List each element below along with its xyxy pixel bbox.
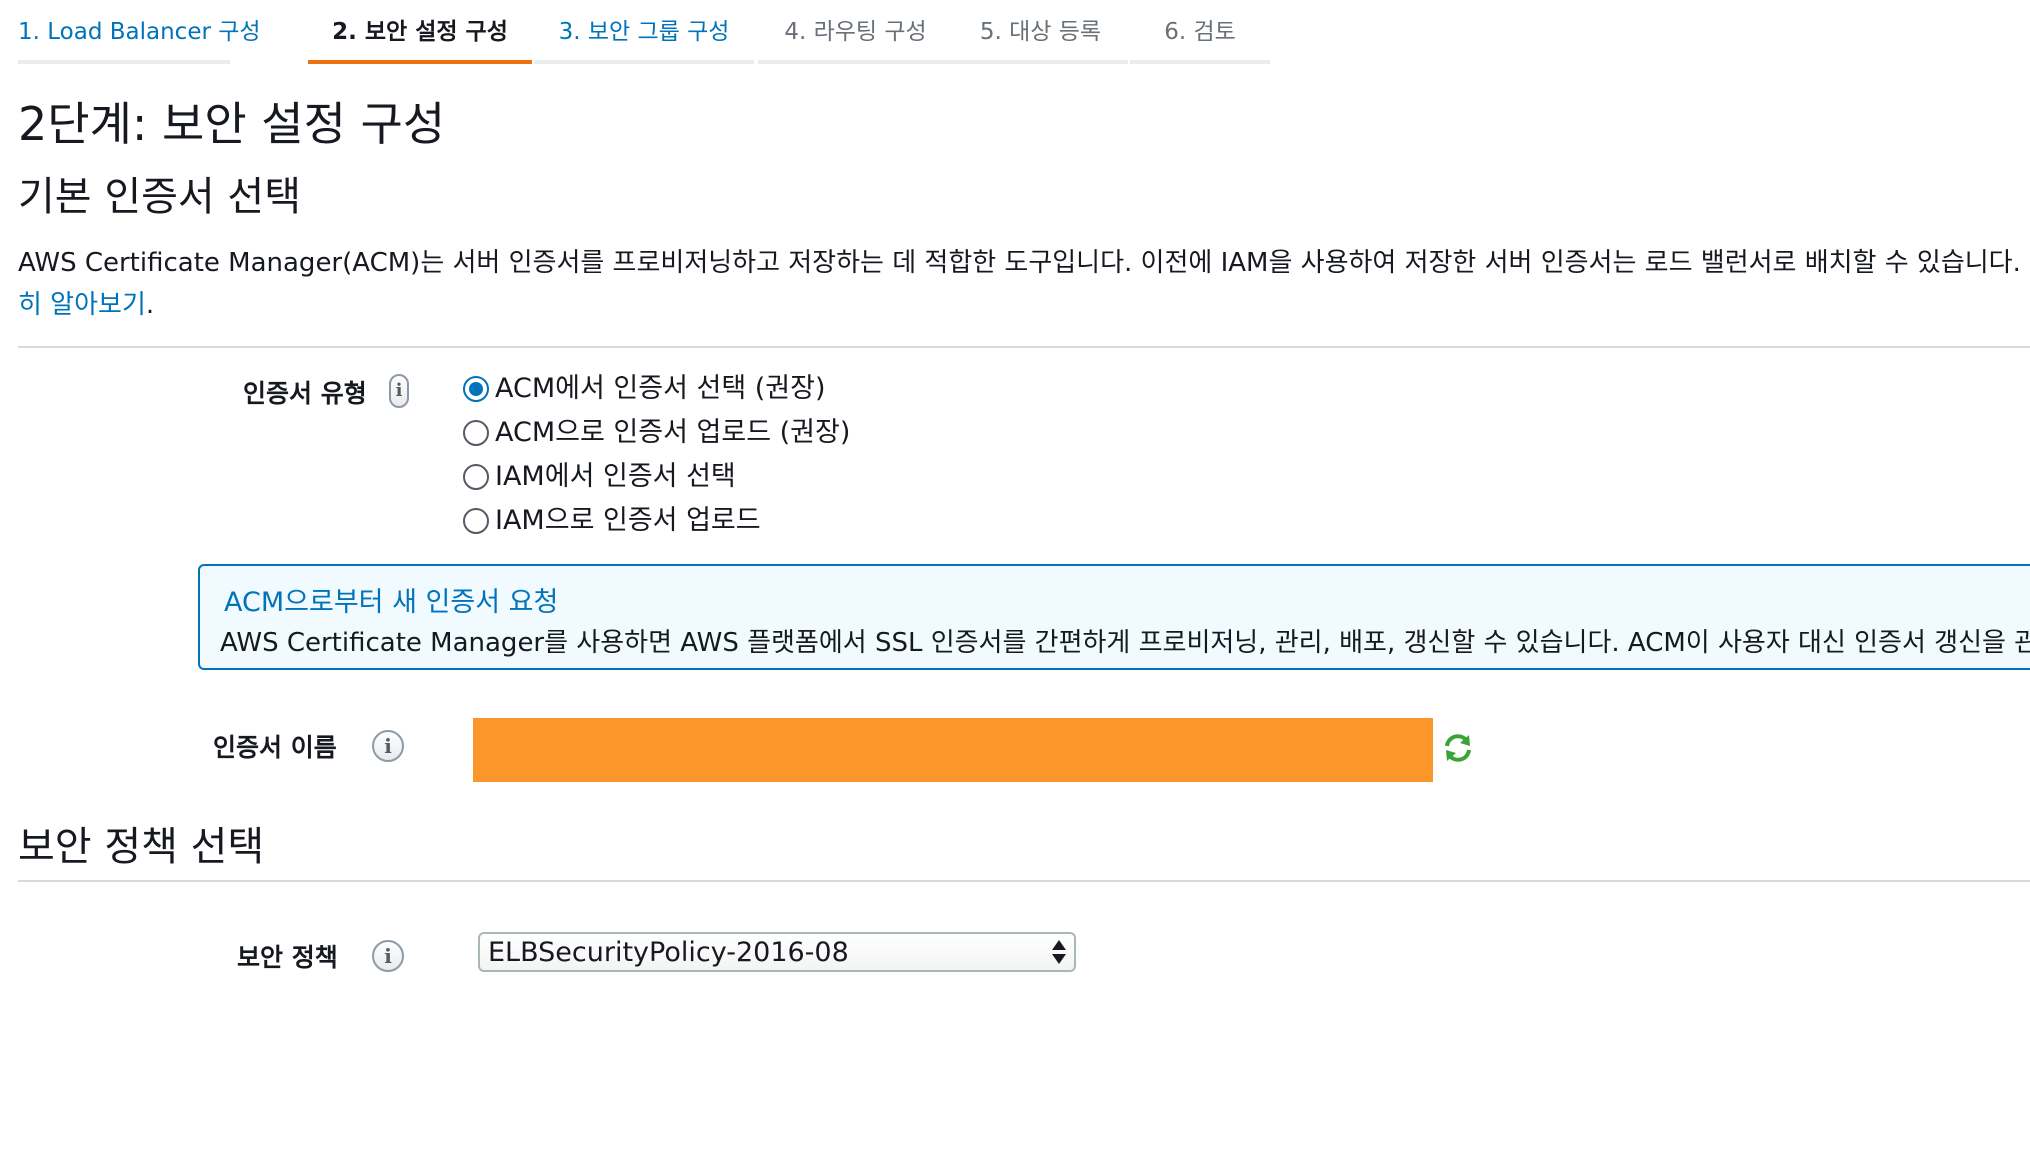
- policy-section-heading: 보안 정책 선택: [18, 824, 265, 870]
- refresh-icon[interactable]: [1442, 732, 1474, 764]
- radio-label: IAM에서 인증서 선택: [495, 461, 736, 492]
- radio-button[interactable]: [463, 420, 489, 446]
- cert-name-select[interactable]: [473, 718, 1433, 782]
- tab-load-balancer[interactable]: 1. Load Balancer 구성: [18, 12, 261, 64]
- acm-info-text: AWS Certificate Manager를 사용하면 AWS 플랫폼에서 …: [220, 628, 2030, 658]
- acm-request-link[interactable]: ACM으로부터 새 인증서 요청: [224, 580, 558, 619]
- learn-more-suffix: .: [145, 290, 155, 320]
- radio-label: ACM으로 인증서 업로드 (권장): [495, 417, 851, 448]
- policy-section-divider: [18, 880, 2030, 882]
- radio-button[interactable]: [463, 508, 489, 534]
- cert-type-info-icon[interactable]: i: [389, 374, 409, 408]
- acm-request-info-box: ACM으로부터 새 인증서 요청 AWS Certificate Manager…: [198, 564, 2030, 670]
- radio-label: IAM으로 인증서 업로드: [495, 505, 761, 536]
- tab-security-settings[interactable]: 2. 보안 설정 구성: [308, 12, 532, 64]
- radio-button[interactable]: [463, 376, 489, 402]
- learn-more-link[interactable]: 히 알아보기: [18, 290, 146, 320]
- certificate-description-text: AWS Certificate Manager(ACM)는 서버 인증서를 프로…: [18, 248, 2021, 278]
- tab-security-groups[interactable]: 3. 보안 그룹 구성: [534, 12, 754, 64]
- certificate-section-heading: 기본 인증서 선택: [18, 174, 302, 220]
- tab-routing[interactable]: 4. 라우팅 구성: [758, 12, 953, 64]
- cert-name-label: 인증서 이름: [213, 733, 337, 762]
- page: 1. Load Balancer 구성 2. 보안 설정 구성 3. 보안 그룹…: [0, 0, 2030, 1164]
- page-title: 2단계: 보안 설정 구성: [18, 97, 446, 151]
- security-policy-select[interactable]: ELBSecurityPolicy-2016-08: [478, 932, 1076, 972]
- certificate-description: AWS Certificate Manager(ACM)는 서버 인증서를 프로…: [18, 242, 2021, 326]
- security-policy-label: 보안 정책: [237, 943, 338, 972]
- security-policy-info-icon[interactable]: i: [372, 940, 404, 972]
- radio-button[interactable]: [463, 464, 489, 490]
- select-caret-icon: [1052, 940, 1066, 964]
- radio-label: ACM에서 인증서 선택 (권장): [495, 373, 826, 404]
- cert-type-label: 인증서 유형: [243, 379, 367, 408]
- cert-name-info-icon[interactable]: i: [372, 730, 404, 762]
- tab-register-targets[interactable]: 5. 대상 등록: [953, 12, 1128, 64]
- tab-review[interactable]: 6. 검토: [1130, 12, 1270, 64]
- security-policy-value: ELBSecurityPolicy-2016-08: [488, 937, 849, 968]
- section-divider: [18, 346, 2030, 348]
